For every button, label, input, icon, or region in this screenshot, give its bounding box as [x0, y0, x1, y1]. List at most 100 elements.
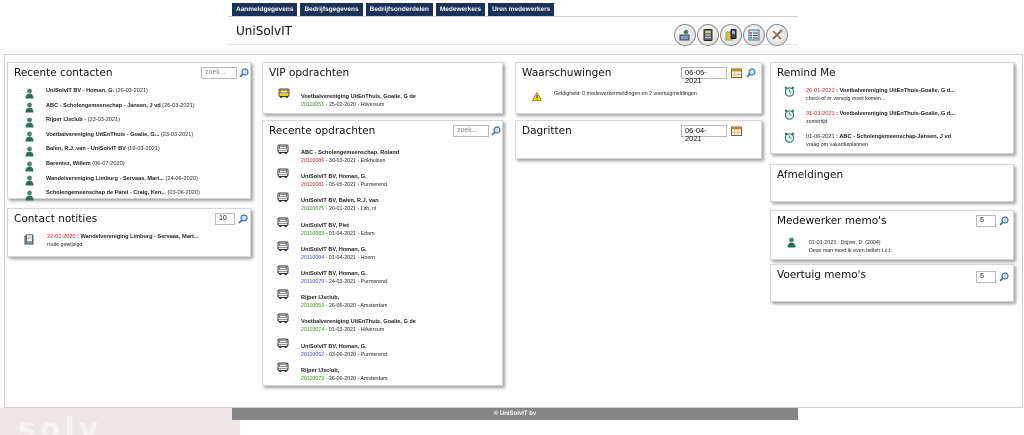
person-icon — [25, 173, 34, 186]
search-icon[interactable] — [999, 216, 1009, 226]
tab-bedrijfsgegevens[interactable]: Bedrijfsgegevens — [300, 3, 363, 16]
waarschuwingen-date-input[interactable]: 06-05-2021 — [681, 67, 727, 85]
user-list-button[interactable] — [743, 24, 765, 46]
contact-list-item[interactable]: Rijper IJsclub - (23-03-2021) — [46, 117, 120, 123]
contact-list-item[interactable]: Scholengemeenschap de Parel - Craig, Ken… — [46, 190, 200, 196]
vip-opdrachten-panel: VIP opdrachten Voetbalvereniging UitEnTh… — [262, 62, 503, 114]
opdracht-list-item[interactable]: Voetbalvereniging UitEnThuis, Goalie, G … — [301, 319, 416, 325]
tab-uren-medewerkers[interactable]: Uren medewerkers — [488, 3, 555, 16]
contact-notities-count-input[interactable]: 10 — [215, 213, 235, 225]
recente-contacten-title: Recente contacten — [14, 67, 113, 79]
tab-aanmeldgegevens[interactable]: Aanmeldgegevens — [232, 3, 298, 16]
reminder-item[interactable]: 01-06-2021 : ABC - Scholengemeenschap-Ja… — [806, 134, 951, 140]
remind-me-panel: Remind Me — [770, 62, 1014, 154]
bus-icon — [277, 311, 289, 324]
mobile-phone-button[interactable] — [720, 24, 742, 46]
opdracht-details: 20110084 - 01-04-2021 - Hoorn — [301, 254, 376, 261]
opdracht-list-item[interactable]: UniSolvIT BV, Homan, G. — [301, 174, 367, 180]
alarm-clock-icon — [784, 107, 795, 120]
header-divider — [228, 16, 798, 17]
opdracht-list-item[interactable]: ABC - Scholengemeenschap, Roland — [301, 150, 399, 156]
recente-contacten-search-input[interactable]: zoek... — [201, 67, 237, 79]
user-tool-button[interactable] — [674, 24, 696, 46]
recente-opdrachten-search-input[interactable]: zoek... — [453, 125, 489, 137]
calculator-button[interactable] — [697, 24, 719, 46]
dagritten-date-input[interactable]: 06-04-2021 — [681, 125, 727, 143]
contact-list-item[interactable]: Wandelvereniging Limburg - Servaas, Mart… — [46, 176, 198, 182]
bus-icon — [277, 142, 289, 155]
opdracht-list-item[interactable]: UniSolvIT BV, Homan, G. — [301, 247, 367, 253]
calendar-icon[interactable] — [731, 68, 742, 78]
search-icon[interactable] — [491, 126, 501, 136]
opdracht-list-item[interactable]: UniSolvIT BV, Balen, R.J. van — [301, 198, 379, 204]
waarschuwingen-panel: Waarschuwingen 06-05-2021 Geldigheid: 0 … — [515, 62, 762, 114]
contact-list-item[interactable]: Barentsz, Willem (06-07-2020) — [46, 161, 125, 167]
warning-icon — [531, 88, 543, 101]
tools-button[interactable] — [766, 24, 788, 46]
search-icon[interactable] — [238, 214, 248, 224]
medewerker-memo-line2: Deze man moet ik even bellen t.z.t. — [809, 248, 892, 254]
bus-icon — [277, 336, 289, 348]
medewerker-memos-panel: Medewerker memo's 5 01-01-2023 : Drijver… — [770, 210, 1014, 260]
bus-icon — [277, 287, 289, 300]
tab-bedrijfsonderdelen[interactable]: Bedrijfsonderdelen — [365, 3, 433, 16]
voertuig-memos-count-input[interactable]: 5 — [976, 271, 996, 283]
bus-icon — [277, 166, 289, 179]
person-icon — [25, 129, 34, 142]
person-icon — [25, 115, 34, 128]
header-toolbar — [674, 24, 788, 46]
tab-medewerkers[interactable]: Medewerkers — [435, 3, 486, 16]
calendar-icon[interactable] — [731, 126, 742, 136]
reminder-text: zomertijd — [806, 119, 828, 125]
recente-opdrachten-title: Recente opdrachten — [269, 125, 376, 137]
opdracht-details: 20110079 - 24-03-2021 - Purmerend — [301, 279, 387, 285]
opdracht-details: 20110074 - 01-03-2021 - Hilversum — [301, 327, 385, 334]
bus-icon — [277, 239, 289, 251]
opdracht-details: 20110073 - 26-06-2020 - Amsterdam — [301, 375, 388, 382]
contact-note-item[interactable]: 22-02-2020 : Wandelvereniging Limburg - … — [47, 234, 199, 240]
bus-icon — [277, 215, 289, 227]
reminder-text: check of er vervolg moet komen... — [806, 96, 886, 102]
vip-opdrachten-title: VIP opdrachten — [269, 67, 350, 79]
waarschuwingen-title: Waarschuwingen — [522, 67, 612, 79]
contact-notities-panel: Contact notities 10 22-02-2020 : Wandelv… — [7, 208, 251, 257]
contact-list-item[interactable]: Balen, R.J. van - UniSolvIT BV (19-03-20… — [46, 146, 160, 152]
opdracht-list-item[interactable]: UniSolvIT BV, Homan, G. — [301, 271, 367, 277]
opdracht-list-item[interactable]: Rijper IJsclub, — [301, 368, 339, 374]
medewerker-memos-count-input[interactable]: 5 — [976, 215, 996, 227]
search-icon[interactable] — [239, 68, 249, 78]
bus-icon — [277, 263, 289, 276]
dagritten-title: Dagritten — [522, 125, 572, 137]
person-icon — [25, 144, 34, 157]
bus-yellow-icon — [278, 86, 290, 99]
watermark-text: solv — [18, 412, 103, 435]
reminder-text: vraag om vakantieplannen — [806, 142, 869, 148]
opdracht-details: 20110059 - 26-06-2020 - Amsterdam — [301, 303, 388, 310]
vip-opdracht-name[interactable]: Voetbalvereniging UitEnThuis, Goalie, G … — [301, 94, 416, 100]
contact-note-text: route gewijzigd — [47, 242, 83, 248]
contact-list-item[interactable]: ABC - Scholengemeenschap - Jansen, J vd … — [46, 103, 195, 109]
opdracht-list-item[interactable]: UniSolvIT BV, Piet — [301, 223, 349, 229]
opdracht-list-item[interactable]: Rijper IJsclub, — [301, 295, 339, 301]
app-title: UniSolvIT — [236, 24, 292, 38]
opdracht-details: 20110086 - 30-03-2021 - Enkhuizen — [301, 158, 386, 164]
reminder-item[interactable]: 26-01-2021 : Voetbalvereniging UitEnThui… — [806, 88, 955, 94]
alarm-clock-icon — [784, 84, 795, 97]
medewerker-memo-line1[interactable]: 01-01-2023 : Drijver, D. (2004) — [809, 240, 881, 246]
contact-notities-title: Contact notities — [14, 213, 98, 225]
reminder-item[interactable]: 31-03-2021 : Voetbalvereniging UitEnThui… — [806, 111, 955, 117]
vip-opdracht-details: 20110051 - 25-02-2020 - Hilversum — [301, 102, 385, 108]
opdracht-list-item[interactable]: UniSolvIT BV, Homan, G. — [301, 344, 367, 350]
bus-icon — [277, 360, 289, 372]
alarm-clock-icon — [784, 130, 795, 143]
calculator-icon — [703, 29, 713, 41]
search-icon[interactable] — [746, 68, 756, 78]
contact-list-item[interactable]: UniSolvIT BV - Homan, G. (26-03-2021) — [46, 88, 148, 94]
search-icon[interactable] — [999, 272, 1009, 282]
person-icon — [787, 235, 796, 248]
phone-icon — [725, 29, 737, 41]
afmeldingen-title: Afmeldingen — [777, 169, 844, 181]
contact-list-item[interactable]: Voetbalvereniging UitEnThuis - Goalie, G… — [46, 132, 193, 138]
person-icon — [25, 159, 34, 171]
waarschuwing-text[interactable]: Geldigheid: 0 medewerkermeldingen en 2 v… — [554, 91, 697, 97]
